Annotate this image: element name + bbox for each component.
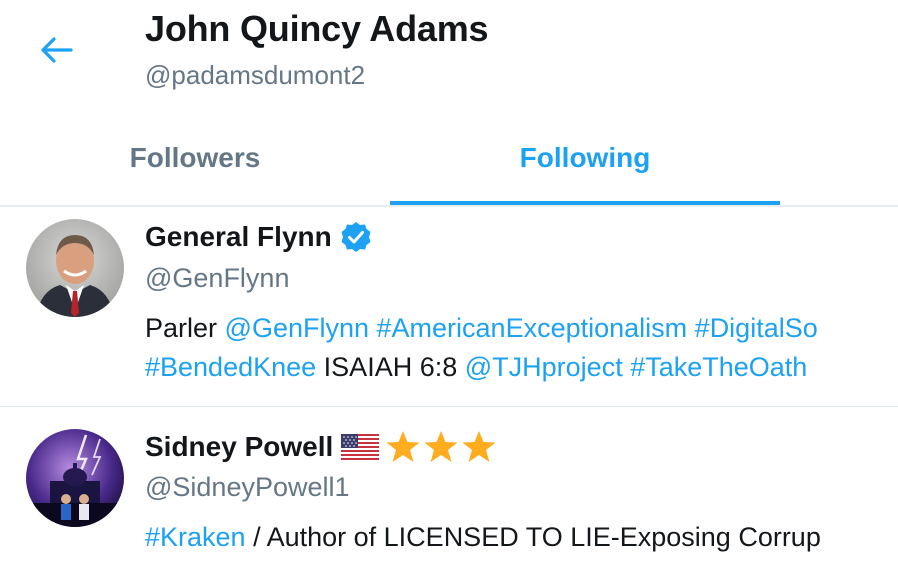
hashtag-link[interactable]: #BendedKnee — [145, 352, 316, 382]
user-list-item[interactable]: General Flynn @GenFlynn Parler @GenFlynn… — [0, 207, 898, 407]
hashtag-link[interactable]: #DigitalSo — [695, 313, 818, 343]
page-title: John Quincy Adams — [145, 8, 489, 49]
bio-line: Parler @GenFlynn #AmericanExceptionalism… — [145, 309, 818, 348]
bio-text: / Author of LICENSED TO LIE-Exposing Cor… — [245, 522, 821, 552]
us-flag-icon — [341, 434, 380, 460]
bio-text: Parler — [145, 313, 225, 343]
profile-header: John Quincy Adams @padamsdumont2 — [0, 0, 898, 110]
bio-text — [369, 313, 377, 343]
hashtag-link[interactable]: #Kraken — [145, 522, 246, 552]
user-list-item[interactable]: Sidney Powell @SidneyPowell1 #Kraken / A… — [0, 408, 898, 568]
verified-badge-icon — [341, 222, 371, 252]
profile-handle: @padamsdumont2 — [145, 60, 366, 90]
bio-text: ISAIAH 6:8 — [316, 352, 465, 382]
divider — [0, 406, 898, 407]
avatar — [26, 219, 124, 317]
back-button[interactable] — [32, 28, 80, 72]
mention-link[interactable]: @TJHproject — [465, 352, 623, 382]
user-handle: @GenFlynn — [145, 263, 290, 293]
bio-line: #Kraken / Author of LICENSED TO LIE-Expo… — [145, 518, 821, 557]
user-name-row: Sidney Powell — [145, 430, 497, 464]
star-icon — [462, 431, 496, 462]
avatar — [26, 429, 124, 527]
star-icon — [424, 431, 458, 462]
user-handle: @SidneyPowell1 — [145, 472, 350, 502]
user-name-row: General Flynn — [145, 221, 372, 253]
tab-bar: Followers Following — [0, 110, 898, 206]
hashtag-link[interactable]: #AmericanExceptionalism — [377, 313, 688, 343]
user-name: Sidney Powell — [145, 431, 334, 462]
user-name: General Flynn — [145, 221, 332, 252]
tab-following[interactable]: Following — [390, 110, 780, 206]
star-icon — [386, 431, 420, 462]
hashtag-link[interactable]: #TakeTheOath — [630, 352, 807, 382]
user-bio: #Kraken / Author of LICENSED TO LIE-Expo… — [145, 518, 821, 557]
bio-text — [687, 313, 695, 343]
arrow-left-icon — [41, 37, 73, 63]
user-bio: Parler @GenFlynn #AmericanExceptionalism… — [145, 309, 818, 387]
tab-followers[interactable]: Followers — [0, 110, 390, 206]
bio-line: #BendedKnee ISAIAH 6:8 @TJHproject #Take… — [145, 348, 818, 387]
mention-link[interactable]: @GenFlynn — [225, 313, 369, 343]
